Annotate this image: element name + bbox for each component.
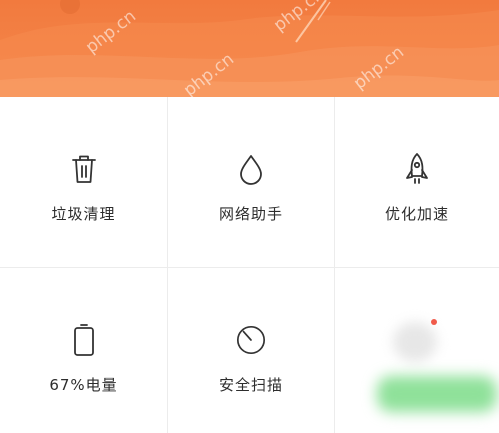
tile-label: 安全扫描 [218,376,283,394]
rocket-icon [401,153,433,185]
blurred-icon [393,322,437,362]
tile-label: 垃圾清理 [51,205,116,223]
header-banner: php.cn php.cn php.cn php.cn [0,0,499,97]
tile-junk-clean[interactable]: 垃圾清理 [0,97,167,267]
tile-battery[interactable]: 67%电量 [0,268,167,433]
scan-dial-icon [235,324,267,356]
app-screen: php.cn php.cn php.cn php.cn 垃圾清理 网络助手 优化… [0,0,499,433]
notification-dot [431,319,437,325]
blurred-green-button [377,376,497,412]
battery-icon [68,324,100,356]
tile-label: 网络助手 [218,205,283,223]
tile-network-assistant[interactable]: 网络助手 [168,97,334,267]
tile-optimize-boost[interactable]: 优化加速 [335,97,499,267]
tile-label: 优化加速 [384,205,449,223]
trash-icon [68,153,100,185]
tile-blurred[interactable] [335,268,499,433]
droplet-icon [235,153,267,185]
tile-label: 67%电量 [49,376,118,394]
tile-security-scan[interactable]: 安全扫描 [168,268,334,433]
banner-illustration [0,0,499,97]
function-grid: 垃圾清理 网络助手 优化加速 67%电量 安全扫描 [0,97,499,433]
